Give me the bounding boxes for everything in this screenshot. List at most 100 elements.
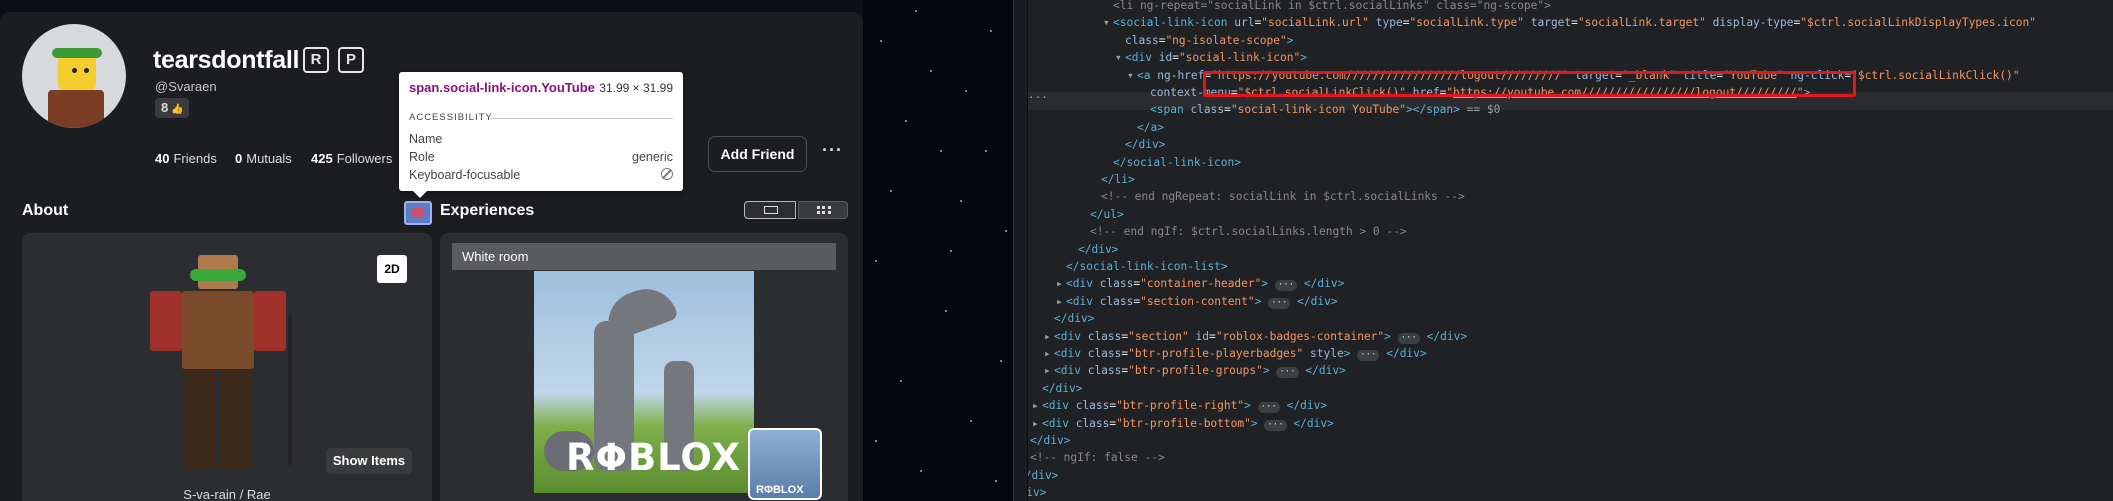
followers-label: Followers xyxy=(336,151,393,166)
dom-node-line[interactable]: </social-link-icon> xyxy=(1113,154,1241,171)
dom-token: </div> xyxy=(1386,347,1427,360)
background-space xyxy=(863,0,1013,501)
dom-node-line[interactable]: ▸ <div class="btr-profile-bottom"> ··· </… xyxy=(1032,415,1334,432)
dom-node-line[interactable]: </div> xyxy=(1028,484,1046,501)
dom-node-line[interactable]: <li ng-repeat="socialLink in $ctrl.socia… xyxy=(1113,0,1551,14)
dom-token: "social-link-icon" xyxy=(1178,51,1301,65)
dom-node-line[interactable]: <!-- end ngIf: $ctrl.socialLinks.length … xyxy=(1090,223,1407,240)
dom-node-line[interactable]: </li> xyxy=(1101,171,1135,188)
tooltip-name-row: Name xyxy=(409,132,673,146)
mutuals-stat[interactable]: 0 Mutuals xyxy=(235,151,292,166)
gutter-ellipsis-icon[interactable]: ··· xyxy=(1028,91,1048,104)
grid-view-icon xyxy=(817,206,831,214)
more-options-icon[interactable]: ··· xyxy=(822,140,843,161)
dom-token: ▸ xyxy=(1032,416,1039,430)
dom-token: display-type xyxy=(1712,16,1794,30)
dom-node-line[interactable]: </ul> xyxy=(1090,206,1124,223)
mutuals-count: 0 xyxy=(235,151,243,166)
thumbs-up-icon: 👍 xyxy=(171,104,184,115)
dom-token: ▾ xyxy=(1103,16,1110,30)
dom-node-line[interactable]: </social-link-icon-list> xyxy=(1066,258,1228,275)
dom-token: "ng-isolate-scope" xyxy=(1165,33,1287,47)
dom-token: ▸ xyxy=(1032,399,1039,413)
dom-token: ▸ xyxy=(1044,347,1051,360)
dom-token: </div> xyxy=(1426,329,1468,343)
tooltip-role-label: Role xyxy=(409,150,435,164)
dom-token: </a> xyxy=(1137,120,1164,134)
friends-stat[interactable]: 40 Friends xyxy=(155,151,217,166)
followers-count: 425 xyxy=(311,151,333,166)
experience-icon-thumb[interactable]: RΦBLOX xyxy=(748,428,822,500)
dom-node-line[interactable]: <span class="social-link-icon YouTube"><… xyxy=(1150,101,1500,118)
dom-token: <div xyxy=(1066,277,1093,291)
dom-node-line[interactable]: </div> xyxy=(1028,467,1058,484)
roblox-logo: RΦBLOX xyxy=(566,436,742,479)
dom-token: </li> xyxy=(1101,173,1135,186)
dom-token: </div> xyxy=(1028,486,1047,500)
star xyxy=(875,440,877,442)
dom-node-line[interactable]: ▾ <div id="social-link-icon"> xyxy=(1115,49,1307,66)
dom-token: > xyxy=(1300,51,1307,65)
youtube-icon[interactable] xyxy=(404,201,432,225)
level-value: 8 xyxy=(161,100,169,115)
dom-node-line[interactable]: ▸ <div class="container-header"> ··· </di… xyxy=(1056,275,1344,292)
view-list-toggle[interactable] xyxy=(744,201,796,219)
star xyxy=(940,150,942,152)
show-items-button[interactable]: Show Items xyxy=(326,448,412,474)
dom-node-line[interactable]: </div> xyxy=(1030,432,1070,449)
tooltip-role-row: Role generic xyxy=(409,150,673,164)
dom-node-line[interactable]: ▾ <social-link-icon url="socialLink.url" … xyxy=(1103,14,2036,31)
dom-token: > xyxy=(1254,294,1262,308)
avatar-eye xyxy=(84,68,89,73)
dom-token: "roblox-badges-container" xyxy=(1215,329,1385,343)
dom-node-line[interactable]: </a> xyxy=(1137,119,1164,136)
tooltip-role-value: generic xyxy=(632,150,673,164)
figure-right-leg xyxy=(220,369,252,469)
dom-node-line[interactable]: ▸ <div class="btr-profile-groups"> ··· </… xyxy=(1044,362,1346,379)
devtools-inspect-tooltip: span.social-link-icon.YouTube 31.99 × 31… xyxy=(399,72,683,198)
dom-node-line[interactable]: <!-- ngIf: false --> xyxy=(1030,449,1165,466)
dom-token: </div> xyxy=(1054,312,1095,326)
dom-node-line[interactable]: <!-- end ngRepeat: socialLink in $ctrl.s… xyxy=(1101,188,1465,205)
dom-node-line[interactable]: ▸ <div class="btr-profile-right"> ··· </d… xyxy=(1032,397,1327,414)
dom-token: <div xyxy=(1054,347,1081,360)
dom-token: ··· xyxy=(1268,297,1291,309)
dom-token: id xyxy=(1195,329,1209,343)
star xyxy=(875,260,877,262)
followers-stat[interactable]: 425 Followers xyxy=(311,151,392,166)
profile-avatar[interactable] xyxy=(22,24,126,128)
toggle-2d-button[interactable]: 2D xyxy=(377,255,407,283)
dom-token: ng-href xyxy=(1157,68,1205,82)
dom-node-line[interactable]: </div> xyxy=(1042,380,1082,397)
dom-node-line[interactable]: </div> xyxy=(1054,310,1094,327)
dom-token: "btr-profile-right" xyxy=(1116,399,1245,413)
view-grid-toggle[interactable] xyxy=(798,201,848,219)
dom-token: == $0 xyxy=(1466,103,1501,117)
dom-token: "section" xyxy=(1128,329,1189,343)
dom-token: > xyxy=(1384,329,1391,343)
dom-token: ··· xyxy=(1257,402,1280,414)
dom-token: <!-- end ngIf: $ctrl.socialLinks.length … xyxy=(1090,225,1407,239)
tooltip-section-title: ACCESSIBILITY xyxy=(409,112,493,123)
star xyxy=(960,200,962,202)
star xyxy=(950,250,952,252)
add-friend-button[interactable]: Add Friend xyxy=(708,136,807,172)
experiences-title: Experiences xyxy=(440,202,535,219)
figure-spear xyxy=(288,315,292,465)
star xyxy=(905,120,907,122)
dom-token: ··· xyxy=(1264,419,1287,431)
dom-node-line[interactable]: </div> xyxy=(1125,136,1165,153)
annotation-red-box xyxy=(1203,71,1856,97)
star xyxy=(985,150,987,152)
split-divider[interactable] xyxy=(1013,0,1027,501)
dom-node-line[interactable]: ▸ <div class="btr-profile-playerbadges" s… xyxy=(1044,345,1427,362)
dom-node-line[interactable]: ▸ <div class="section-content"> ··· </div… xyxy=(1056,293,1338,310)
dom-node-line[interactable]: </div> xyxy=(1078,241,1118,258)
dom-node-line[interactable]: class="ng-isolate-scope"> xyxy=(1125,32,1293,49)
dom-node-line[interactable]: ▸ <div class="section" id="roblox-badges-… xyxy=(1044,328,1467,345)
dom-token: class xyxy=(1125,33,1159,47)
experience-title[interactable]: White room xyxy=(452,243,836,270)
avatar-laurel xyxy=(52,48,102,58)
avatar-head xyxy=(58,54,96,90)
dom-token: <a xyxy=(1137,68,1151,82)
